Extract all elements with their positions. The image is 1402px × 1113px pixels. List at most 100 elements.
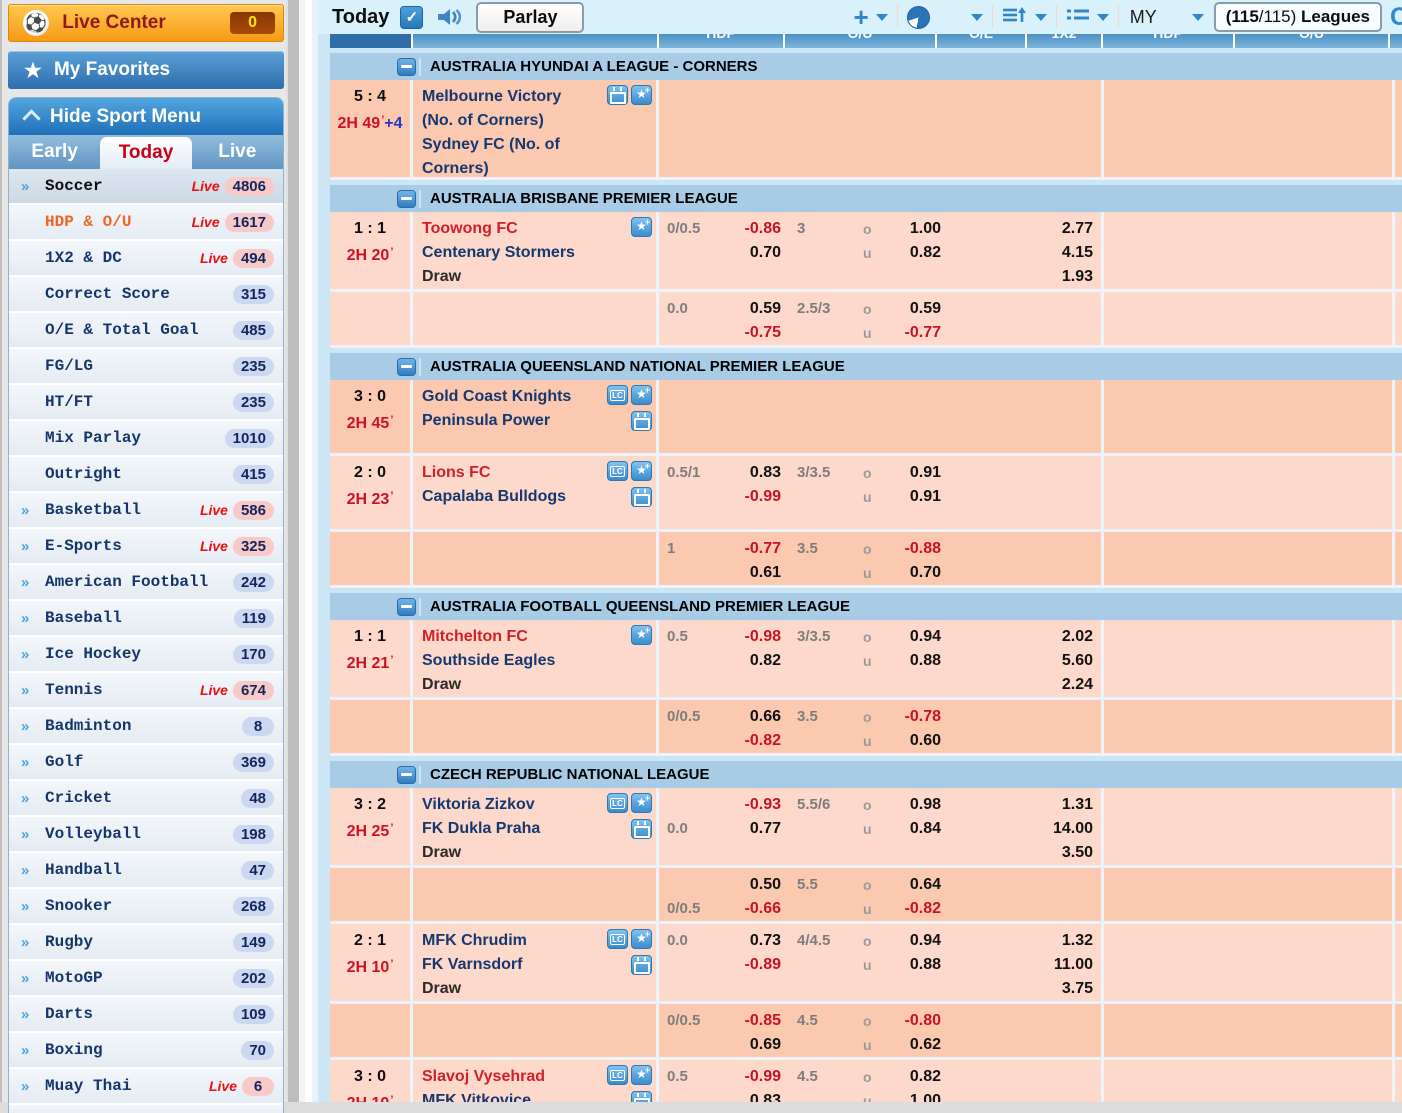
sidebar-item-fg-lg[interactable]: FG/LG235: [9, 349, 283, 385]
under-odds[interactable]: 1.00: [883, 1089, 941, 1102]
tab-live[interactable]: Live: [192, 135, 283, 169]
hdp-odds[interactable]: 0.73: [717, 929, 781, 953]
sort-dropdown-icon[interactable]: [1035, 14, 1047, 21]
over-odds[interactable]: -0.78: [883, 705, 941, 729]
collapse-icon[interactable]: [397, 58, 416, 76]
live-center-bar[interactable]: ⚽ Live Center 0: [8, 4, 284, 42]
sidebar-item-ice-hockey[interactable]: »Ice Hockey170: [9, 637, 283, 673]
odds-format-value[interactable]: MY: [1130, 7, 1157, 28]
my-favorites-button[interactable]: ★ My Favorites: [8, 51, 284, 89]
x12-odds[interactable]: 14.00: [1053, 817, 1093, 841]
x12-odds[interactable]: 3.50: [1062, 841, 1093, 865]
over-odds[interactable]: 0.94: [883, 929, 941, 953]
sidebar-item-golf[interactable]: »Golf369: [9, 745, 283, 781]
tab-early[interactable]: Early: [9, 135, 100, 169]
live-center-icon[interactable]: LC: [607, 1065, 628, 1085]
sidebar-item-snooker[interactable]: »Snooker268: [9, 889, 283, 925]
x12-odds[interactable]: 3.75: [1062, 977, 1093, 1001]
x12-odds[interactable]: 2.02: [1062, 625, 1093, 649]
sidebar-item-soccer[interactable]: »SoccerLive4806: [9, 169, 283, 205]
add-favorite-icon[interactable]: ★+: [631, 929, 652, 949]
add-favorite-icon[interactable]: ★+: [631, 1065, 652, 1085]
sidebar-item-e-sports[interactable]: »E-SportsLive325: [9, 529, 283, 565]
tv-icon[interactable]: [631, 487, 652, 507]
sidebar-item-cricket[interactable]: »Cricket48: [9, 781, 283, 817]
hdp-odds[interactable]: -0.86: [717, 217, 781, 241]
x12-odds[interactable]: 11.00: [1054, 953, 1093, 977]
hdp-odds[interactable]: -0.89: [717, 953, 781, 977]
hdp-odds[interactable]: 0.59: [717, 297, 781, 321]
under-odds[interactable]: 0.88: [883, 953, 941, 977]
over-odds[interactable]: 0.64: [883, 873, 941, 897]
sidebar-item-motogp[interactable]: »MotoGP202: [9, 961, 283, 997]
collapse-icon[interactable]: [397, 766, 416, 784]
add-icon[interactable]: +: [854, 6, 869, 28]
sound-icon[interactable]: [436, 7, 461, 27]
add-favorite-icon[interactable]: ★+: [631, 461, 652, 481]
clock-dropdown-icon[interactable]: [971, 14, 983, 21]
hdp-odds[interactable]: 0.69: [717, 1033, 781, 1057]
under-odds[interactable]: 0.82: [883, 241, 941, 265]
sidebar-item-muay-thai[interactable]: »Muay ThaiLive6: [9, 1069, 283, 1105]
tab-today[interactable]: Today: [100, 137, 191, 169]
over-odds[interactable]: 1.00: [883, 217, 941, 241]
live-center-icon[interactable]: LC: [607, 793, 628, 813]
live-center-icon[interactable]: LC: [607, 461, 628, 481]
sidebar-item-tennis[interactable]: »TennisLive674: [9, 673, 283, 709]
under-odds[interactable]: 0.91: [883, 485, 941, 509]
hdp-odds[interactable]: -0.99: [717, 1065, 781, 1089]
x12-odds[interactable]: 5.60: [1062, 649, 1093, 673]
under-odds[interactable]: 0.62: [883, 1033, 941, 1057]
hdp-odds[interactable]: -0.75: [717, 321, 781, 345]
sidebar-item-rugby[interactable]: »Rugby149: [9, 925, 283, 961]
hdp-odds[interactable]: -0.93: [717, 793, 781, 817]
sidebar-item-o-e-total-goal[interactable]: O/E & Total Goal485: [9, 313, 283, 349]
sidebar-item-darts[interactable]: »Darts109: [9, 997, 283, 1033]
live-center-icon[interactable]: LC: [607, 929, 628, 949]
under-odds[interactable]: -0.77: [883, 321, 941, 345]
over-odds[interactable]: 0.94: [883, 625, 941, 649]
under-odds[interactable]: 0.60: [883, 729, 941, 753]
hdp-odds[interactable]: 0.66: [717, 705, 781, 729]
over-odds[interactable]: 0.82: [883, 1065, 941, 1089]
sidebar-item-basketball[interactable]: »BasketballLive586: [9, 493, 283, 529]
tv-icon[interactable]: [631, 819, 652, 839]
add-dropdown-icon[interactable]: [876, 14, 888, 21]
parlay-button[interactable]: Parlay: [476, 2, 584, 33]
sidebar-item-1x2-dc[interactable]: 1X2 & DCLive494: [9, 241, 283, 277]
tv-icon[interactable]: [631, 955, 652, 975]
hdp-odds[interactable]: 0.61: [717, 561, 781, 585]
sidebar-item-volleyball[interactable]: »Volleyball198: [9, 817, 283, 853]
sidebar-item-american-football[interactable]: »American Football242: [9, 565, 283, 601]
sidebar-item-ht-ft[interactable]: HT/FT235: [9, 385, 283, 421]
hdp-odds[interactable]: 0.82: [717, 649, 781, 673]
sidebar-item-baseball[interactable]: »Baseball119: [9, 601, 283, 637]
add-favorite-icon[interactable]: ★+: [631, 625, 652, 645]
over-odds[interactable]: 0.59: [883, 297, 941, 321]
hdp-odds[interactable]: 0.83: [717, 461, 781, 485]
x12-odds[interactable]: 1.32: [1062, 929, 1093, 953]
sidebar-item-boxing[interactable]: »Boxing70: [9, 1033, 283, 1069]
hdp-odds[interactable]: 0.83: [717, 1089, 781, 1102]
under-odds[interactable]: 0.88: [883, 649, 941, 673]
under-odds[interactable]: 0.70: [883, 561, 941, 585]
panel-divider[interactable]: [286, 0, 318, 1102]
tv-icon[interactable]: [607, 85, 628, 105]
hdp-odds[interactable]: -0.77: [717, 537, 781, 561]
live-center-icon[interactable]: LC: [607, 385, 628, 405]
hdp-odds[interactable]: -0.66: [717, 897, 781, 921]
under-odds[interactable]: 0.84: [883, 817, 941, 841]
sidebar-item-outright[interactable]: Outright415: [9, 457, 283, 493]
x12-odds[interactable]: 4.15: [1062, 241, 1093, 265]
hdp-odds[interactable]: -0.99: [717, 485, 781, 509]
under-odds[interactable]: -0.82: [883, 897, 941, 921]
collapse-icon[interactable]: [397, 190, 416, 208]
x12-odds[interactable]: 2.77: [1062, 217, 1093, 241]
x12-odds[interactable]: 1.93: [1062, 265, 1093, 289]
hdp-odds[interactable]: -0.85: [717, 1009, 781, 1033]
add-favorite-icon[interactable]: ★+: [631, 217, 652, 237]
odds-format-dropdown-icon[interactable]: [1192, 14, 1204, 21]
sidebar-item-handball[interactable]: »Handball47: [9, 853, 283, 889]
clock-icon[interactable]: [907, 6, 930, 29]
over-odds[interactable]: 0.91: [883, 461, 941, 485]
